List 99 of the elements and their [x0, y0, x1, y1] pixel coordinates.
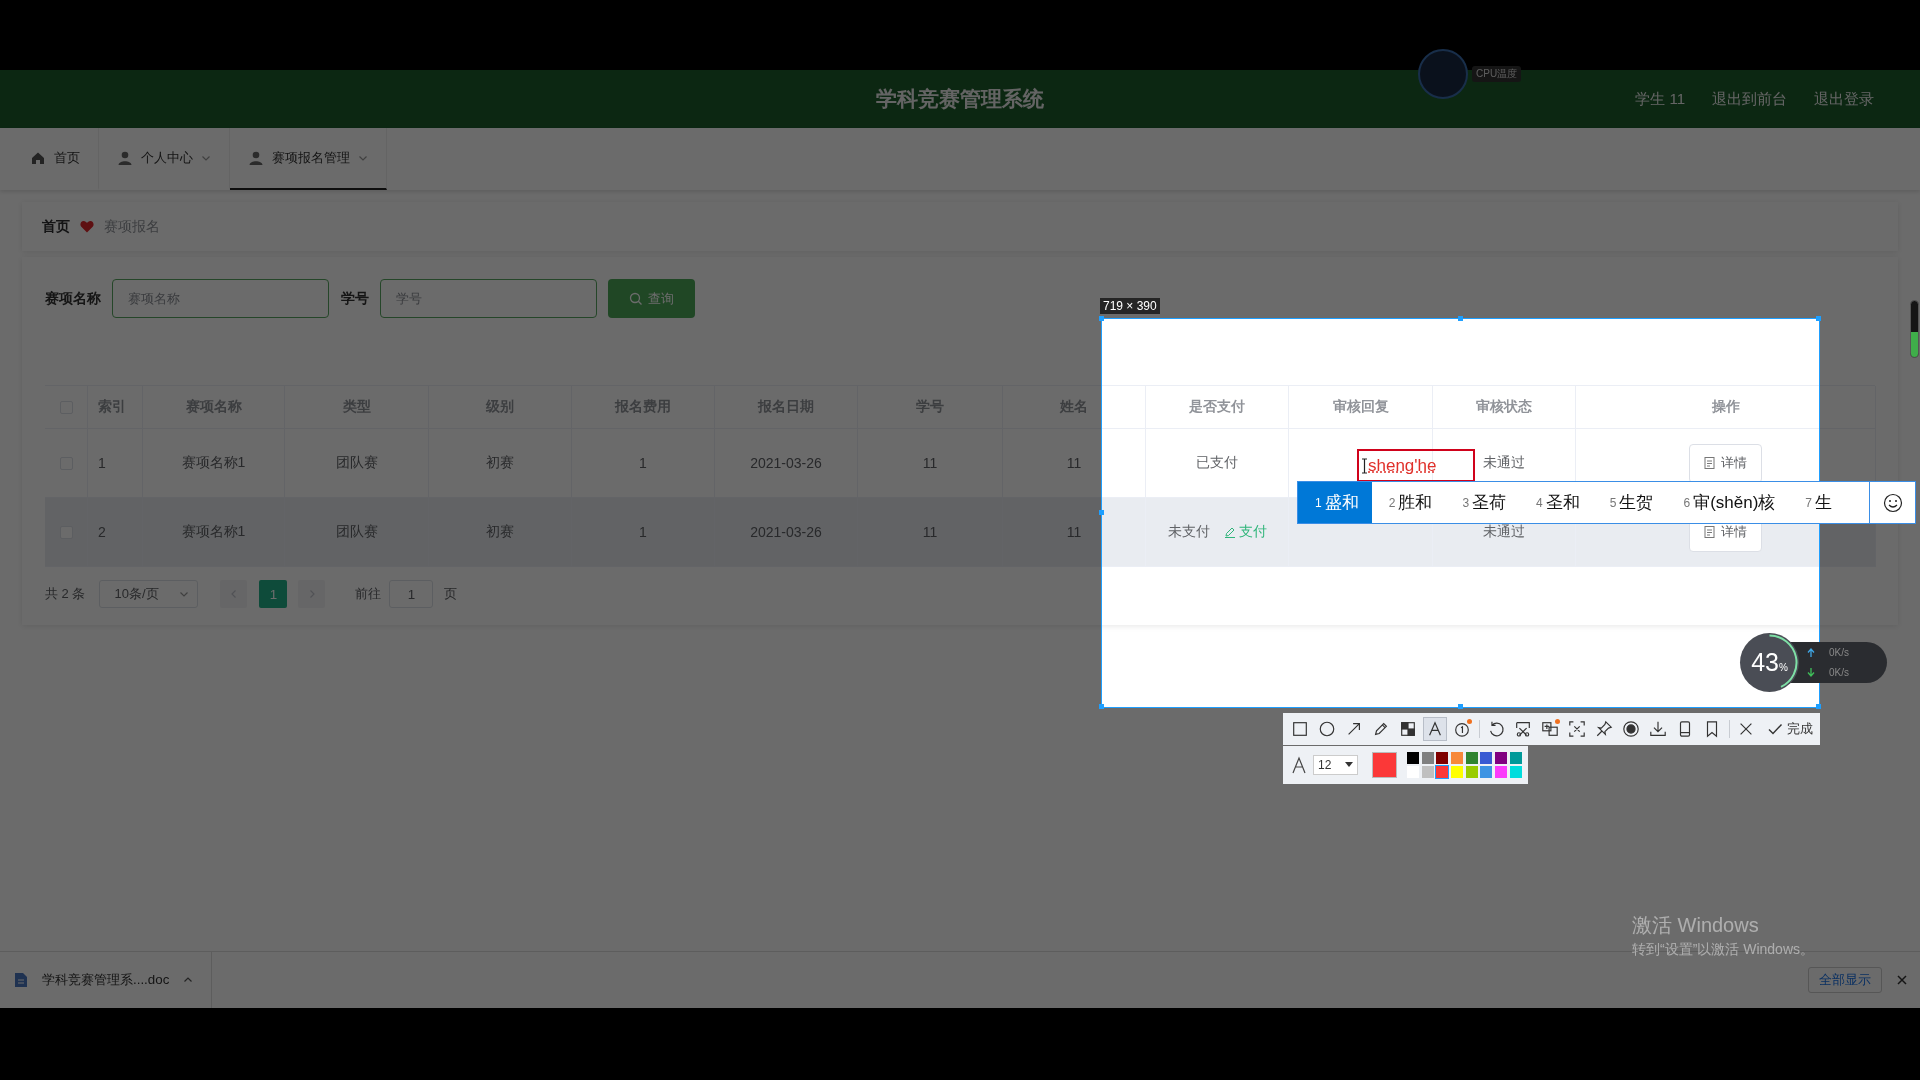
smiley-icon — [1882, 492, 1903, 513]
details-button[interactable]: 详情 — [1689, 443, 1762, 483]
table-cell: 团队赛 — [285, 498, 429, 567]
table-cell: 11 — [1003, 498, 1146, 567]
circle-icon — [1318, 720, 1336, 738]
pin-icon — [1595, 720, 1613, 738]
resize-handle[interactable] — [1099, 510, 1104, 515]
document-icon — [1704, 457, 1715, 469]
payment-status: 已支付 — [1196, 454, 1238, 472]
file-icon — [14, 972, 28, 988]
table-cell: 2021-03-26 — [715, 498, 858, 567]
field-label: 学号 — [341, 289, 369, 308]
translate-icon — [1541, 720, 1559, 738]
color-swatch[interactable] — [1451, 766, 1464, 778]
edit-icon — [1223, 526, 1236, 538]
side-gauge — [1910, 300, 1919, 358]
color-swatch[interactable] — [1509, 752, 1522, 764]
document-icon — [1704, 526, 1715, 538]
scissors-icon — [1514, 720, 1532, 738]
color-swatch[interactable] — [1465, 752, 1478, 764]
current-color-swatch[interactable] — [1372, 752, 1397, 778]
color-swatch[interactable] — [1407, 752, 1419, 764]
resize-handle[interactable] — [1099, 316, 1104, 321]
font-size-select[interactable]: 12 — [1313, 755, 1358, 775]
page-suffix: 页 — [444, 585, 458, 603]
app-title: 学科竞赛管理系统 — [876, 86, 1044, 112]
done-button[interactable]: 完成 — [1761, 720, 1819, 738]
watermark-subtitle: 转到“设置”以激活 Windows。 — [1632, 941, 1814, 959]
header-link[interactable]: 退出到前台 — [1712, 89, 1787, 109]
text-cursor-icon — [1361, 457, 1368, 474]
record-icon — [1622, 720, 1640, 738]
download-speed: 0K/s — [1829, 667, 1850, 679]
resize-handle[interactable] — [1457, 316, 1463, 321]
download-arrow-icon — [1807, 668, 1815, 678]
text-icon — [1426, 720, 1444, 738]
column-header: 操作 — [1576, 386, 1876, 429]
heart-icon — [80, 220, 94, 233]
color-swatch[interactable] — [1495, 752, 1508, 764]
table-cell: 11 — [858, 498, 1003, 567]
rectangle-icon — [1291, 720, 1309, 738]
color-swatch[interactable] — [1451, 752, 1464, 764]
column-header: 审核状态 — [1433, 386, 1576, 429]
search-icon — [629, 291, 643, 306]
color-swatch[interactable] — [1465, 766, 1478, 778]
field-label: 赛项名称 — [45, 289, 101, 308]
column-header: 是否支付 — [1146, 386, 1289, 429]
resize-handle[interactable] — [1099, 704, 1104, 709]
watermark-title: 激活 Windows — [1632, 913, 1760, 938]
home-icon — [30, 150, 46, 166]
color-swatch[interactable] — [1421, 766, 1434, 778]
close-icon[interactable] — [1896, 974, 1908, 986]
caret-down-icon — [179, 589, 190, 599]
download-item[interactable]: 学科竞赛管理系....doc — [0, 952, 213, 1008]
user-icon — [248, 150, 264, 166]
ime-candidate[interactable]: 7 生 — [1788, 482, 1845, 523]
check-icon — [1767, 721, 1783, 737]
ime-candidate[interactable]: 1 盛和 — [1298, 482, 1372, 523]
mosaic-icon — [1399, 720, 1417, 738]
payment-status: 未支付 — [1167, 523, 1210, 541]
text-tool[interactable] — [1423, 717, 1447, 741]
resize-handle[interactable] — [1457, 704, 1463, 709]
resize-handle[interactable] — [1816, 704, 1821, 709]
download-icon — [1649, 720, 1667, 738]
color-swatch[interactable] — [1436, 766, 1449, 778]
table-cell: 赛项名称1 — [143, 498, 285, 567]
column-header: 审核回复 — [1289, 386, 1433, 429]
scan-icon — [1568, 720, 1586, 738]
color-swatch[interactable] — [1495, 766, 1508, 778]
page-button[interactable]: 1 — [259, 580, 288, 608]
header-link[interactable]: 学生 11 — [1635, 89, 1685, 109]
table-cell: 2 — [88, 498, 143, 567]
ime-candidate[interactable]: 5 生贺 — [1592, 482, 1667, 523]
font-size-icon — [1291, 756, 1307, 774]
cpu-gauge-icon — [1418, 49, 1468, 99]
breadcrumb-item[interactable]: 首页 — [42, 217, 70, 236]
color-swatch[interactable] — [1436, 752, 1449, 764]
table-cell: 1 — [572, 498, 715, 567]
undo-icon — [1487, 720, 1505, 738]
total-count: 共 2 条 — [45, 585, 86, 603]
size-label: 719 × 390 — [1100, 298, 1160, 314]
upload-arrow-icon — [1807, 647, 1815, 657]
color-swatch[interactable] — [1421, 752, 1434, 764]
user-icon — [117, 150, 133, 166]
caret-down-icon — [1345, 762, 1353, 768]
table-cell: 初赛 — [429, 498, 572, 567]
color-swatch[interactable] — [1480, 766, 1493, 778]
pencil-icon — [1372, 720, 1390, 738]
color-swatch[interactable] — [1480, 752, 1493, 764]
page-size-select[interactable]: 10条/页 — [99, 580, 199, 608]
show-all-button[interactable]: 全部显示 — [1808, 967, 1882, 993]
resize-handle[interactable] — [1816, 316, 1821, 321]
page-input[interactable]: 1 — [389, 580, 434, 608]
color-swatch[interactable] — [1509, 766, 1522, 778]
header-link[interactable]: 退出登录 — [1814, 89, 1874, 109]
search-button[interactable]: 查询 — [608, 279, 695, 318]
pay-link[interactable]: 支付 — [1223, 523, 1267, 541]
upload-speed: 0K/s — [1829, 646, 1850, 658]
numbered-circle-icon — [1453, 720, 1471, 738]
goto-label: 前往 — [355, 585, 382, 603]
